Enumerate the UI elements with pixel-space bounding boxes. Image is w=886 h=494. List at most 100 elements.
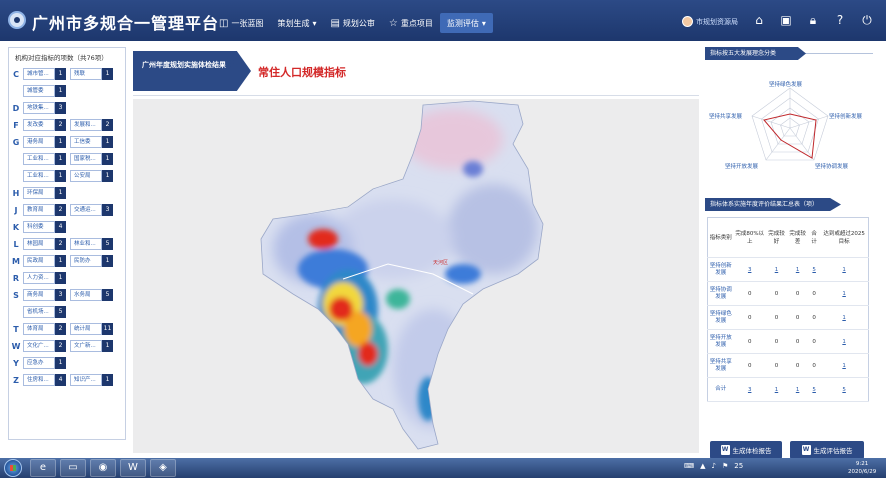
agency-chip[interactable]: 民政局 1 [23,255,66,267]
agency-name: 残联 [70,68,102,80]
agency-count: 5 [102,238,113,250]
value-cell[interactable]: 1 [820,353,869,378]
agency-chip[interactable]: 残联 1 [70,68,113,80]
agency-chip[interactable]: 交通运... 3 [70,204,113,216]
agency-chip[interactable]: 城市管... 1 [23,68,66,80]
group-letter: D [12,103,20,113]
nav-blueprint[interactable]: ◫ 一张蓝图 [212,13,270,33]
report-buttons: W 生成体检报告 W 生成评估报告 [710,441,864,459]
start-button[interactable] [4,459,22,477]
value-cell[interactable]: 5 [808,257,821,282]
agency-chip[interactable]: 公安局 1 [70,170,113,182]
home-icon[interactable]: ⌂ [752,13,766,27]
agency-chip[interactable]: 省机场... 5 [23,306,66,318]
agency-chip[interactable]: 统计局 11 [70,323,113,335]
agency-chip[interactable]: 教育局 2 [23,204,66,216]
agency-chip[interactable]: 环保局 1 [23,187,66,199]
value-cell[interactable]: 3 [733,377,766,402]
value-cell[interactable]: 1 [820,305,869,330]
agency-name: 地铁集... [23,102,55,114]
value-cell[interactable]: 1 [787,257,809,282]
agency-chip[interactable]: 发改委 2 [23,119,66,131]
group-letter: F [13,120,19,130]
flag-icon[interactable]: ⚑ [722,462,728,470]
agency-chip[interactable]: 住房和... 4 [23,374,66,386]
value-cell[interactable]: 3 [733,257,766,282]
nav-review[interactable]: ▤ 规划公审 [323,13,381,33]
map-book-icon: ◫ [219,17,229,29]
agency-chip[interactable]: 工业和... 1 [23,170,66,182]
volume-icon[interactable]: ♪ [712,462,716,470]
app-icon[interactable]: ◈ [150,459,176,477]
generate-checkup-report-button[interactable]: W 生成体检报告 [710,441,782,459]
value-cell: 0 [765,329,788,354]
nav-label: 一张蓝图 [231,18,264,28]
value-cell[interactable]: 1 [820,329,869,354]
clock[interactable]: 9:21 2020/6/29 [848,460,876,476]
agency-chip[interactable]: 工业和... 1 [23,153,66,165]
chrome-icon[interactable]: ◉ [90,459,116,477]
agency-chip[interactable]: 城管委 1 [23,85,66,97]
folder-icon[interactable]: ▭ [60,459,86,477]
agency-name: 工业和... [23,170,55,182]
value-cell[interactable]: 1 [820,257,869,282]
agency-chip[interactable]: 应急办 1 [23,357,66,369]
table-body: 坚持创新发展 3 1 1 5 1 坚持协调发展 0 0 0 0 1 坚持绿色发展 0 0 0 0 1 坚持开放发展 0… [707,257,869,402]
table-section-title: 指标体系实施年度评价结果汇总表（项） [705,198,841,211]
divider [133,95,699,96]
button-label: 生成评估报告 [813,447,853,455]
agency-chip[interactable]: 知识产... 1 [70,374,113,386]
nav-planning[interactable]: 策划生成 ▾ [270,13,323,33]
table-header-cell: 指标类别 [707,217,734,258]
app-title: 广州市多规合一管理平台 [32,14,220,33]
user-name: 市规划资源局 [696,17,738,26]
agency-chip[interactable]: 文化广... 2 [23,340,66,352]
nav-monitoring[interactable]: 监测评估 ▾ [439,13,493,33]
agency-chip[interactable]: 科创委 4 [23,221,66,233]
monitor-icon[interactable]: ▣ [779,13,793,27]
radar-label: 坚持绿色发展 [769,82,803,88]
agency-name: 民政局 [23,255,55,267]
network-icon[interactable]: ▲ [700,462,705,470]
agency-chip[interactable]: 文广新... 1 [70,340,113,352]
power-icon[interactable]: ⏻ [860,13,874,27]
agency-chip[interactable]: 发展和... 2 [70,119,113,131]
tray-badge[interactable]: 25 [734,462,743,470]
word-icon[interactable]: W [120,459,146,477]
value-cell[interactable]: 5 [808,377,821,402]
agency-chip[interactable]: 港务局 1 [23,136,66,148]
agency-name: 工业和... [23,153,55,165]
population-heatmap[interactable]: 天河区 [133,99,699,453]
agency-chip[interactable]: 体育局 2 [23,323,66,335]
value-cell[interactable]: 1 [765,377,788,402]
nav-label: 策划生成 [277,18,310,28]
help-icon[interactable]: ? [833,13,847,27]
agency-chip[interactable]: 人力资... 1 [23,272,66,284]
agency-count: 1 [55,136,66,148]
ie-icon[interactable]: e [30,459,56,477]
agency-count: 1 [102,374,113,386]
agency-chip[interactable]: 商务局 3 [23,289,66,301]
agency-count: 1 [102,153,113,165]
user-info[interactable]: 市规划资源局 [682,16,738,27]
agency-chip[interactable]: 国家税... 1 [70,153,113,165]
value-cell[interactable]: 1 [765,257,788,282]
agency-panel: 机构对应指标的项数（共76项） C 城市管... 1 残联 1 城管委 1 D 地铁集... 3 F… [8,47,126,440]
agency-chip[interactable]: 地铁集... 3 [23,102,66,114]
agency-chip[interactable]: 林业和... 5 [70,238,113,250]
agency-group-row: Z 住房和... 4 知识产... 1 [9,372,125,388]
value-cell[interactable]: 1 [787,377,809,402]
lock-icon[interactable]: 🔒︎ [806,13,820,27]
agency-chip[interactable]: 工信委 1 [70,136,113,148]
agency-chip[interactable]: 林园局 2 [23,238,66,250]
nav-key-projects[interactable]: ☆ 重点项目 [382,13,440,33]
agency-count: 3 [55,289,66,301]
agency-chip[interactable]: 水务局 5 [70,289,113,301]
button-label: 生成体检报告 [732,447,772,455]
value-cell[interactable]: 5 [820,377,869,402]
radar-svg [751,87,829,161]
agency-chip[interactable]: 民防办 1 [70,255,113,267]
value-cell[interactable]: 1 [820,281,869,306]
keyboard-icon[interactable]: ⌨ [684,462,694,470]
generate-evaluation-report-button[interactable]: W 生成评估报告 [790,441,864,459]
